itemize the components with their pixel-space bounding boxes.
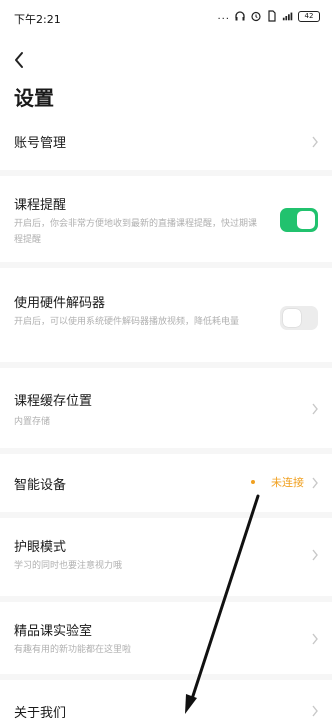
signal-icon xyxy=(282,12,293,21)
alarm-icon xyxy=(251,11,261,22)
divider xyxy=(0,512,332,518)
status-time: 下午2:21 xyxy=(14,13,61,26)
chevron-right-icon xyxy=(312,705,318,717)
item-title: 课程缓存位置 xyxy=(14,394,93,409)
item-subtitle: 学习的同时也要注意视力哦 xyxy=(14,561,123,571)
item-title: 精品课实验室 xyxy=(14,624,93,639)
settings-item-course-reminder: 课程提醒 开启后，你会非常方便地收到最新的直播课程提醒，快过期课程提醒 xyxy=(0,186,332,260)
item-subtitle: 开启后，可以使用系统硬件解码器播放视频，降低耗电量 xyxy=(14,317,240,327)
more-dots: ... xyxy=(217,10,230,22)
chevron-right-icon xyxy=(312,403,318,415)
item-subtitle: 有趣有用的新功能都在这里啦 xyxy=(14,645,132,655)
item-title: 护眼模式 xyxy=(14,540,67,555)
settings-item-cache-location[interactable]: 课程缓存位置 内置存储 xyxy=(0,384,332,444)
hardware-decoder-toggle[interactable] xyxy=(280,306,318,330)
item-subtitle: 内置存储 xyxy=(14,417,51,427)
battery-icon: 42 xyxy=(298,10,320,22)
item-subtitle: 开启后，你会非常方便地收到最新的直播课程提醒，快过期课程提醒 xyxy=(14,219,258,245)
divider xyxy=(0,262,332,268)
item-title: 使用硬件解码器 xyxy=(14,296,106,311)
page-title: 设置 xyxy=(14,86,54,110)
chevron-right-icon xyxy=(312,549,318,561)
item-title: 课程提醒 xyxy=(14,198,67,213)
settings-item-hardware-decoder: 使用硬件解码器 开启后，可以使用系统硬件解码器播放视频，降低耗电量 xyxy=(0,284,332,358)
settings-item-lab[interactable]: 精品课实验室 有趣有用的新功能都在这里啦 xyxy=(0,614,332,664)
connection-status: 未连接 xyxy=(271,476,304,489)
divider xyxy=(0,170,332,176)
divider xyxy=(0,674,332,680)
back-arrow-icon[interactable] xyxy=(8,48,32,72)
item-title: 账号管理 xyxy=(14,136,67,151)
chevron-right-icon xyxy=(312,477,318,489)
divider xyxy=(0,448,332,454)
settings-item-account[interactable]: 账号管理 xyxy=(0,118,332,166)
chevron-right-icon xyxy=(312,633,318,645)
divider xyxy=(0,596,332,602)
toggle-knob xyxy=(283,309,301,327)
chevron-right-icon xyxy=(312,136,318,148)
item-title: 智能设备 xyxy=(14,478,67,493)
settings-item-about[interactable]: 关于我们 xyxy=(0,694,332,720)
status-dot xyxy=(251,480,255,484)
headphones-icon xyxy=(235,11,245,21)
toggle-knob xyxy=(297,211,315,229)
divider xyxy=(0,362,332,368)
course-reminder-toggle[interactable] xyxy=(280,208,318,232)
sim-icon xyxy=(268,10,276,22)
status-icons: ... 42 xyxy=(217,10,320,22)
settings-item-eye-protection[interactable]: 护眼模式 学习的同时也要注意视力哦 xyxy=(0,530,332,590)
item-title: 关于我们 xyxy=(14,706,67,720)
status-bar: 下午2:21 ... 42 xyxy=(0,0,332,36)
settings-item-smart-device[interactable]: 智能设备 未连接 xyxy=(0,460,332,504)
